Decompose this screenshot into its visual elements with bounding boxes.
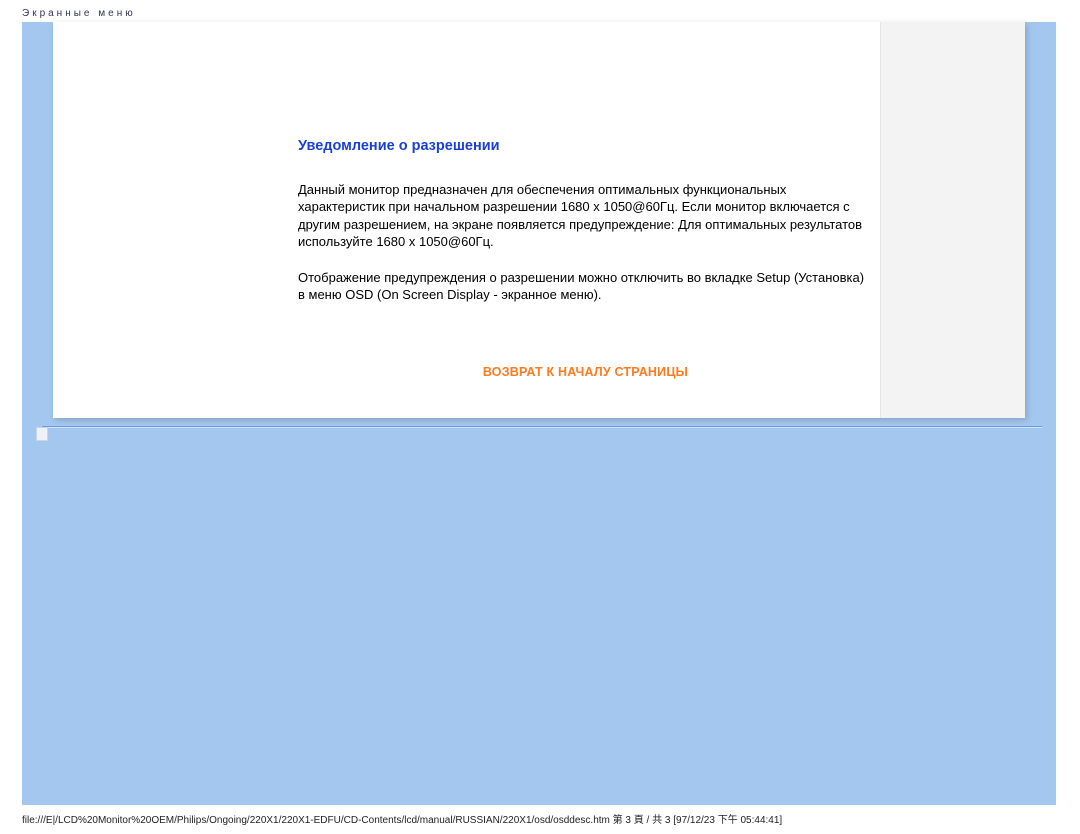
right-margin-strip [880, 22, 1025, 418]
content-column: Уведомление о разрешении Данный монитор … [53, 22, 1025, 418]
paragraph-1: Данный монитор предназначен для обеспече… [298, 181, 873, 251]
section-heading: Уведомление о разрешении [298, 137, 873, 157]
back-to-top-link[interactable]: ВОЗВРАТ К НАЧАЛУ СТРАНИЦЫ [298, 364, 873, 381]
page-marker-icon [36, 427, 48, 441]
page-title: Экранные меню [22, 8, 136, 19]
paragraph-2: Отображение предупреждения о разрешении … [298, 269, 873, 304]
footer-path: file:///E|/LCD%20Monitor%20OEM/Philips/O… [22, 811, 782, 826]
horizontal-rule [42, 426, 1042, 428]
content-body: Уведомление о разрешении Данный монитор … [298, 137, 873, 381]
page-background: Уведомление о разрешении Данный монитор … [22, 22, 1056, 805]
